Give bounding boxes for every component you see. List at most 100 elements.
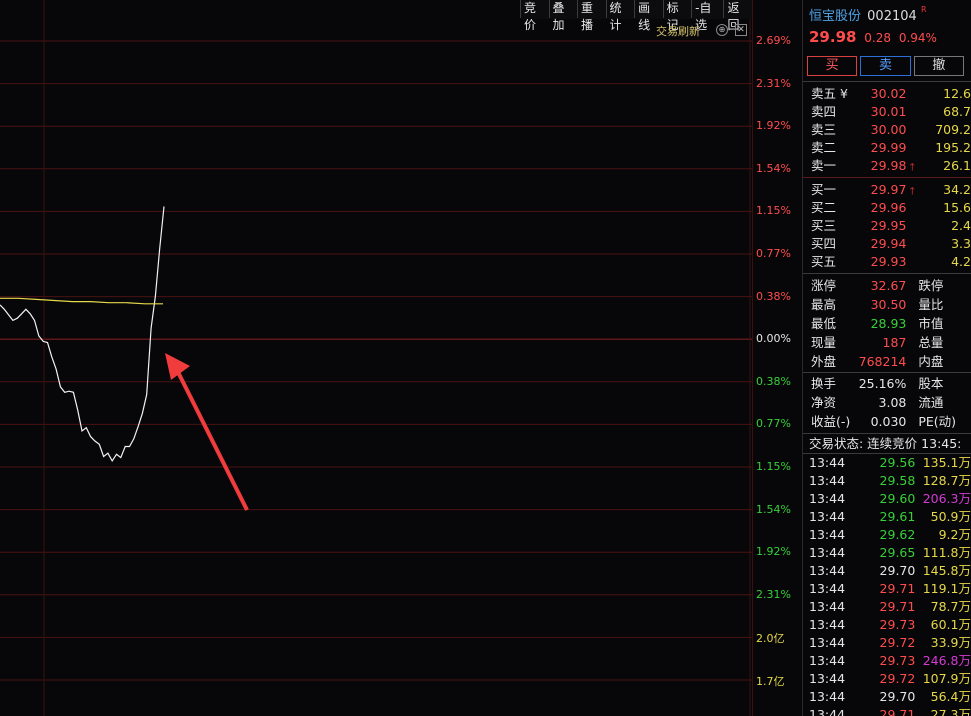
tick-time: 13:44: [809, 455, 846, 470]
price-line: [0, 206, 165, 463]
toolbar-button[interactable]: 返回: [723, 0, 752, 32]
tick-list[interactable]: 13:44 29.56 135.1万 13:44 29.58 128.7万 13:44 29.…: [803, 454, 971, 716]
stat-row: 现量 187 总量: [803, 333, 971, 352]
tick-row: 13:44 29.62 9.2万: [803, 526, 971, 544]
tick-price: 29.65: [879, 545, 916, 560]
stat-value: 32.67: [870, 278, 907, 293]
stat-label: 量比: [918, 297, 944, 312]
tick-volume: 27.3万: [930, 707, 971, 716]
tick-price: 29.71: [879, 599, 916, 614]
toolbar-button[interactable]: 统计: [605, 0, 635, 32]
quote-panel: 恒宝股份 002104 R 29.98 0.28 0.94% 买 卖 撤 卖五 …: [802, 0, 971, 716]
tick-time: 13:44: [809, 671, 846, 686]
tick-time: 13:44: [809, 635, 846, 650]
order-book-volume: 3.3: [951, 236, 971, 251]
order-book-price: 29.93: [871, 253, 923, 271]
tick-time: 13:44: [809, 617, 846, 632]
up-arrow-icon: 🡑: [906, 186, 915, 197]
annotation-arrow-head: [165, 353, 190, 380]
stat-value: 187: [882, 335, 907, 350]
tick-price: 29.62: [879, 527, 916, 542]
trade-refresh-label[interactable]: 交易刷新: [656, 23, 700, 39]
order-book-row: 卖四 30.01 68.7: [803, 103, 971, 121]
order-book-row: 卖三 30.00 709.2: [803, 121, 971, 139]
axis-label: 2.31%: [756, 76, 791, 90]
tick-row: 13:44 29.73 246.8万: [803, 652, 971, 670]
annotation-arrow-shaft: [176, 371, 249, 511]
tick-row: 13:44 29.72 33.9万: [803, 634, 971, 652]
tick-volume: 119.1万: [922, 581, 971, 596]
close-icon[interactable]: ✕: [735, 24, 747, 36]
order-book-volume: 195.2: [935, 140, 971, 155]
stock-name[interactable]: 恒宝股份: [809, 9, 861, 24]
axis-label: 0.00%: [756, 332, 791, 346]
stats-block-1: 涨停 32.67 跌停 最高 30.50 量比 最低 28.93 市值 现量 187 总量 外盘 7682…: [803, 274, 971, 372]
stat-label: 现量: [811, 335, 837, 350]
tick-row: 13:44 29.70 56.4万: [803, 688, 971, 706]
order-book-row: 卖二 29.99 195.2: [803, 139, 971, 157]
expand-icon[interactable]: ⊕: [716, 24, 728, 36]
stat-value: 0.030: [870, 414, 907, 429]
axis-label: 1.15%: [756, 204, 791, 218]
toolbar-button[interactable]: 画线: [634, 0, 663, 32]
tick-volume: 9.2万: [938, 527, 971, 542]
tick-time: 13:44: [809, 509, 846, 524]
stat-row: 收益(-) 0.030 PE(动): [803, 412, 971, 431]
toolbar-button[interactable]: 竞价: [520, 0, 549, 32]
tick-price: 29.60: [879, 491, 916, 506]
tick-volume: 56.4万: [930, 689, 971, 704]
axis-label: 2.69%: [756, 34, 791, 47]
tick-row: 13:44 29.71 119.1万: [803, 580, 971, 598]
tick-row: 13:44 29.60 206.3万: [803, 490, 971, 508]
stat-row: 换手 25.16% 股本: [803, 374, 971, 393]
tick-price: 29.73: [879, 617, 916, 632]
average-price-line: [0, 297, 163, 305]
intraday-chart[interactable]: 竞价 叠加 重播 统计 画线 标记 -自选 返回 交易刷新 ⊕ ✕: [0, 0, 752, 716]
order-book-price: 29.97 🡑: [871, 181, 923, 199]
tick-time: 13:44: [809, 581, 846, 596]
stat-label: 市值: [918, 316, 944, 331]
stats-block-2: 换手 25.16% 股本 净资 3.08 流通 收益(-) 0.030 PE(动): [803, 373, 971, 433]
price-change-pct: 0.94%: [898, 31, 937, 45]
axis-label: 0.38%: [756, 374, 791, 388]
order-book-row: 卖一 29.98 🡑 26.1: [803, 157, 971, 175]
tick-row: 13:44 29.71 27.3万: [803, 706, 971, 716]
order-book-level: 买二: [811, 200, 837, 215]
order-book-level: 卖四: [811, 104, 837, 119]
cancel-button[interactable]: 撤: [913, 56, 964, 76]
stat-row: 最高 30.50 量比: [803, 295, 971, 314]
stat-label: 外盘: [811, 354, 837, 369]
tick-volume: 128.7万: [922, 473, 971, 488]
price-change: 0.28: [864, 31, 891, 45]
tick-volume: 246.8万: [922, 653, 971, 668]
tick-volume: 60.1万: [930, 617, 971, 632]
order-book-volume: 68.7: [943, 104, 971, 119]
toolbar-button[interactable]: 重播: [577, 0, 606, 32]
tick-volume: 33.9万: [930, 635, 971, 650]
price-value: 29.96: [870, 200, 907, 215]
stat-label: 总量: [918, 335, 944, 350]
order-book-row: 买三 29.95 2.4: [803, 217, 971, 235]
buy-button[interactable]: 买: [807, 56, 858, 76]
tick-volume: 50.9万: [930, 509, 971, 524]
sell-button[interactable]: 卖: [860, 56, 911, 76]
tick-price: 29.70: [879, 689, 916, 704]
order-book-row: 卖五 ¥ 30.02 12.6: [803, 85, 971, 103]
toolbar-button[interactable]: -自选: [691, 0, 723, 32]
price-value: 29.94: [870, 236, 907, 251]
tick-volume: 78.7万: [930, 599, 971, 614]
order-book-price: 29.99: [871, 139, 923, 157]
order-book-level: 卖一: [811, 158, 837, 173]
stat-label: 收益(-): [811, 414, 851, 429]
toolbar-button[interactable]: 叠加: [548, 0, 578, 32]
ask-book: 卖五 ¥ 30.02 12.6 卖四 30.01 68.7 卖三 30.00 709.2 卖二 29…: [803, 82, 971, 177]
order-book-price: 29.95: [871, 217, 923, 235]
toolbar-button[interactable]: 标记: [662, 0, 692, 32]
axis-label: 2.31%: [756, 587, 791, 601]
order-book-level: 买五: [811, 254, 837, 269]
axis-label: 1.7亿: [756, 675, 785, 688]
tick-time: 13:44: [809, 473, 846, 488]
stat-row: 外盘 768214 内盘: [803, 352, 971, 371]
stock-code: 002104: [867, 9, 917, 24]
price-axis: 2.69% 2.31% 1.92% 1.54% 1.15% 0.77% 0.38% 0.00%…: [752, 0, 802, 716]
